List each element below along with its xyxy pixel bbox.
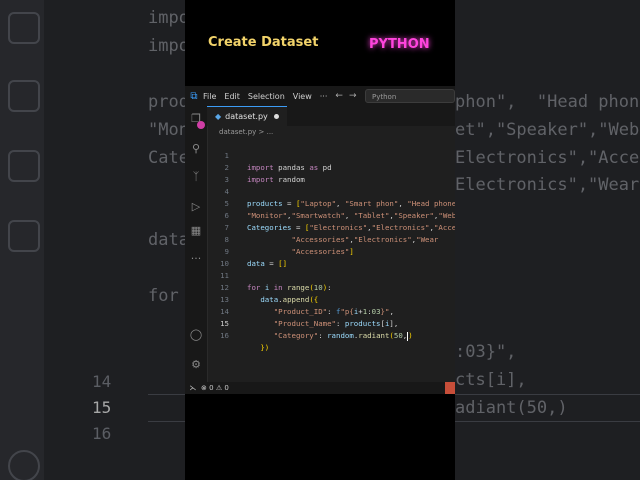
forward-arrow-icon[interactable]: → [349, 91, 357, 101]
bg-code-line: data [148, 230, 189, 250]
bg-account-icon [8, 450, 40, 480]
bg-line-number: 16 [92, 424, 112, 443]
status-bar: ⋋ ⊗ 0 ⚠ 0 [185, 382, 455, 394]
command-search-box[interactable]: Python [365, 89, 455, 103]
code-line-6: 6 Categories = ["Electronics","Electroni… [207, 198, 455, 232]
vscode-window: ⧉ File Edit Selection View ··· ← → Pytho… [185, 86, 455, 394]
code-line-9: 9 data = [] [207, 234, 455, 268]
bg-line-number: 14 [92, 372, 112, 391]
menu-selection[interactable]: Selection [248, 92, 285, 101]
python-file-icon: ◆ [215, 112, 222, 121]
code-line-11: 11 for i in range(10): [207, 258, 455, 292]
bg-code-line: "Mon [148, 120, 189, 140]
code-line-10: 10 [207, 246, 455, 268]
tab-dataset-py[interactable]: ◆ dataset.py [207, 106, 287, 126]
error-count[interactable]: 0 [209, 384, 213, 392]
back-arrow-icon[interactable]: ← [335, 91, 343, 101]
extensions-icon[interactable]: ▦ [189, 224, 203, 238]
remote-icon[interactable]: ⋋ [185, 384, 201, 392]
bg-code-line: impo [148, 36, 189, 56]
bg-code-right: Electronics","Wear [455, 175, 640, 195]
search-icon[interactable]: ⚲ [189, 142, 203, 156]
bg-code-right: :03}", [455, 342, 517, 362]
more-icon[interactable]: ··· [189, 252, 203, 266]
code-editor[interactable]: 1 import pandas as pd 2 import random 3 … [207, 138, 455, 382]
code-line-5: 5 "Monitor","Smartwatch", "Tablet","Spea… [207, 186, 455, 220]
code-line-13: 13 "Product_ID": f"p{i+1:03}", [207, 282, 455, 316]
video-frame: Create Dataset PYTHON ⧉ File Edit Select… [185, 0, 455, 480]
vscode-logo-icon: ⧉ [190, 90, 198, 102]
code-line-2: 2 import random [207, 150, 455, 184]
code-line-7: 7 "Accessories","Electronics","Wear [207, 210, 455, 244]
code-line-3: 3 [207, 162, 455, 184]
bg-code-line: for [148, 286, 179, 306]
menu-view[interactable]: View [293, 92, 312, 101]
bg-code-right: Electronics","Acce [455, 148, 640, 168]
code-line-12: 12 data.append({ [207, 270, 455, 304]
tab-bar: ◆ dataset.py [207, 106, 455, 126]
tab-filename: dataset.py [225, 112, 268, 121]
bg-source-control-icon [8, 80, 40, 112]
bg-code-right: cts[i], [455, 370, 527, 390]
breadcrumb[interactable]: dataset.py > ... [219, 128, 273, 136]
bg-code-line: impo [148, 8, 189, 28]
source-control-icon[interactable]: ᛉ [189, 170, 203, 184]
warnings-icon[interactable]: ⚠ [216, 384, 222, 392]
bg-code-line: Cate [148, 148, 189, 168]
account-icon[interactable]: ◯ [189, 328, 203, 342]
unsaved-dot-icon[interactable] [273, 114, 279, 119]
bg-search-icon [8, 12, 40, 44]
code-line-14: 14 "Product_Name": products[i], [207, 294, 455, 328]
bg-code-right: et","Speaker","Web [455, 120, 640, 140]
notification-indicator[interactable] [445, 382, 455, 394]
bg-code-right: phon", "Head phone [455, 92, 640, 112]
bg-line-number: 15 [92, 398, 112, 417]
code-line-15: 15 "Category": random.radiant(50,) [207, 306, 455, 341]
settings-gear-icon[interactable]: ⚙ [189, 358, 203, 372]
overlay-title: Create Dataset [208, 35, 319, 50]
menu-bar: ⧉ File Edit Selection View ··· ← → Pytho… [185, 86, 455, 106]
bg-run-icon [8, 150, 40, 182]
code-line-1: 1 import pandas as pd [207, 138, 455, 172]
menu-edit[interactable]: Edit [224, 92, 240, 101]
errors-icon[interactable]: ⊗ [201, 384, 207, 392]
menu-more[interactable]: ··· [320, 92, 328, 101]
bg-extensions-icon [8, 220, 40, 252]
code-line-16: 16 }) [207, 318, 455, 352]
run-debug-icon[interactable]: ▷ [189, 200, 203, 214]
line-number: 16 [220, 331, 229, 340]
overlay-tag: PYTHON [369, 37, 430, 52]
activity-bar: ❐ ⚲ ᛉ ▷ ▦ ··· ◯ ⚙ [185, 106, 208, 382]
code-line-8: 8 "Accessories"] [207, 222, 455, 256]
explorer-badge [197, 121, 205, 129]
code-line-4: 4 products = ["Laptop", "Smart phon", "H… [207, 174, 455, 208]
menu-file[interactable]: File [203, 92, 216, 101]
bg-activity-bar [0, 0, 44, 480]
warning-count[interactable]: 0 [224, 384, 228, 392]
